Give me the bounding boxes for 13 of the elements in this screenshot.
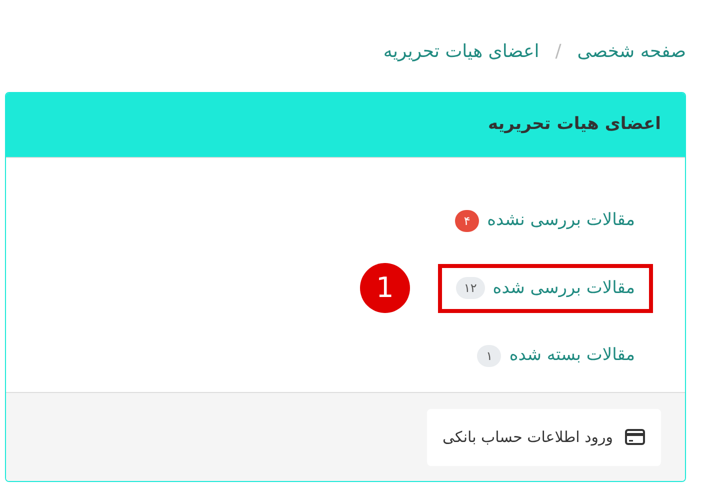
menu-link[interactable]: مقالات بررسی نشده ۴ xyxy=(437,196,653,246)
count-badge: ۴ xyxy=(455,210,480,232)
bank-account-button[interactable]: ورود اطلاعات حساب بانکی xyxy=(426,408,661,466)
breadcrumb-link[interactable]: اعضای هیات تحریریه xyxy=(383,38,540,65)
credit-card-icon xyxy=(625,429,645,445)
menu-link[interactable]: مقالات بسته شده ۱ xyxy=(459,331,653,380)
menu-link[interactable]: مقالات بررسی شده ۱۲ xyxy=(438,264,653,313)
count-badge: ۱ xyxy=(477,344,502,367)
breadcrumb-link[interactable]: صفحه شخصی xyxy=(577,38,686,65)
breadcrumb-separator: / xyxy=(555,40,562,64)
count-badge: ۱۲ xyxy=(456,277,485,300)
card-title: اعضای هیات تحریریه xyxy=(488,113,661,136)
callout-number: 1 xyxy=(360,263,410,314)
